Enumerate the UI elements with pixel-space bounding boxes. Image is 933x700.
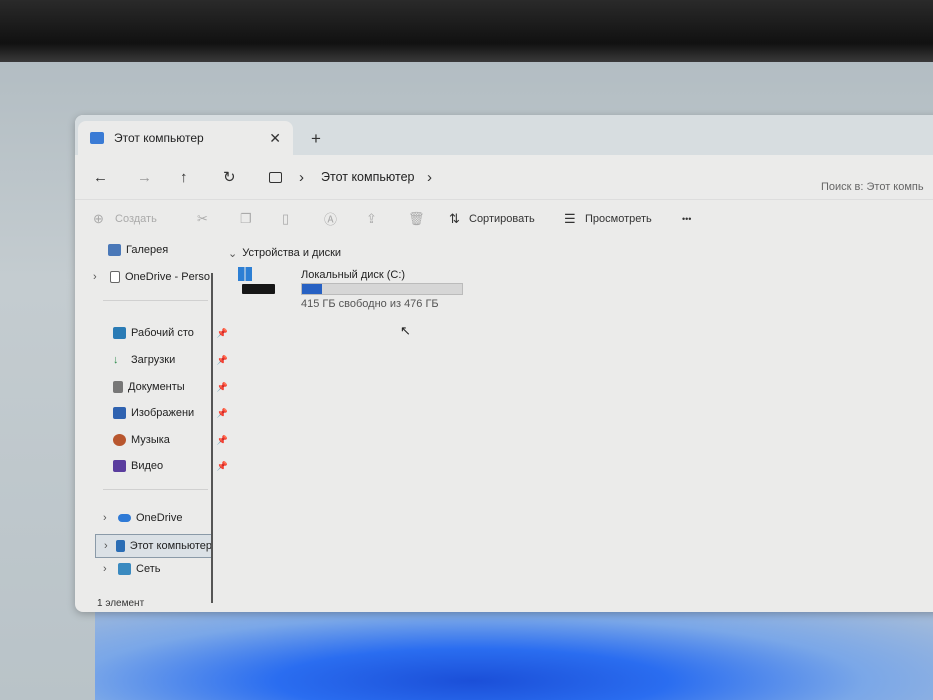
pictures-icon <box>113 407 126 419</box>
sidebar-item-documents[interactable]: Документы 📌 <box>113 381 231 393</box>
create-button[interactable]: Создать <box>115 213 157 225</box>
drive-usage-bar <box>301 283 463 295</box>
sidebar-item-network[interactable]: › Сеть <box>103 563 221 575</box>
more-button[interactable]: ••• <box>682 214 691 224</box>
music-icon <box>113 434 126 446</box>
documents-icon <box>113 381 123 393</box>
chevron-right-icon[interactable]: › <box>103 512 113 524</box>
sort-icon: ⇅ <box>449 210 460 226</box>
windows-logo-icon <box>238 267 252 281</box>
refresh-icon[interactable]: ↻ <box>223 168 236 186</box>
sidebar-item-label: Документы <box>128 381 185 393</box>
up-icon[interactable]: ↑ <box>180 169 188 186</box>
cloud-icon <box>118 514 131 522</box>
monitor-bezel <box>0 0 933 62</box>
sidebar-scrollbar[interactable] <box>211 273 213 603</box>
desktop-icon <box>113 327 126 339</box>
sidebar-item-onedrive-personal[interactable]: › OneDrive - Perso <box>93 271 211 283</box>
sidebar-item-desktop[interactable]: Рабочий сто 📌 <box>113 327 231 339</box>
paste-icon[interactable]: ▯ <box>282 211 289 227</box>
sidebar-item-onedrive[interactable]: › OneDrive <box>103 512 221 524</box>
breadcrumb-this-pc[interactable]: Этот компьютер <box>321 170 414 184</box>
drive-name: Локальный диск (C:) <box>301 269 406 281</box>
sidebar-item-downloads[interactable]: ↓ Загрузки 📌 <box>113 354 231 366</box>
status-bar-count: 1 элемент <box>97 598 145 609</box>
navigation-bar: ← → ↑ ↻ › Этот компьютер › Поиск в: Этот… <box>75 155 933 199</box>
copy-icon[interactable]: ❐ <box>240 211 252 227</box>
sidebar-item-label: Сеть <box>136 563 161 575</box>
sidebar-item-music[interactable]: Музыка 📌 <box>113 434 231 446</box>
sidebar-item-videos[interactable]: Видео 📌 <box>113 460 231 472</box>
tab-bar: Этот компьютер ✕ + <box>75 115 933 155</box>
sidebar-item-gallery[interactable]: Галерея <box>108 244 226 256</box>
download-icon: ↓ <box>113 354 119 366</box>
chevron-right-icon[interactable]: › <box>103 563 113 575</box>
mouse-cursor-icon: ↖ <box>400 323 411 338</box>
sidebar-item-label: Рабочий сто <box>131 327 194 339</box>
sidebar-item-label: OneDrive - Perso <box>125 271 210 283</box>
drive-usage-fill <box>302 284 323 294</box>
cut-icon[interactable]: ✂ <box>197 211 208 227</box>
file-explorer-window: Этот компьютер ✕ + ← → ↑ ↻ › Этот компью… <box>75 115 933 612</box>
sidebar-item-label: OneDrive <box>136 512 183 524</box>
drive-c-item[interactable]: Локальный диск (C:) 415 ГБ свободно из 4… <box>238 267 478 317</box>
sidebar-item-label: Музыка <box>131 434 170 446</box>
monitor-icon[interactable] <box>269 171 282 183</box>
tab-title: Этот компьютер <box>114 131 204 145</box>
rename-icon[interactable]: Ⓐ <box>324 209 337 228</box>
close-tab-icon[interactable]: ✕ <box>269 130 281 147</box>
chevron-right-icon[interactable]: › <box>427 169 432 186</box>
gallery-icon <box>108 244 121 256</box>
content-pane: ⌄ Устройства и диски Локальный диск (C:)… <box>220 237 933 605</box>
new-tab-button[interactable]: + <box>311 129 321 149</box>
chevron-right-icon[interactable]: › <box>104 540 111 552</box>
divider <box>103 489 208 490</box>
sidebar-item-label: Галерея <box>126 244 169 256</box>
sidebar-item-label: Загрузки <box>131 354 176 366</box>
view-button[interactable]: Просмотреть <box>585 213 652 225</box>
file-icon <box>110 271 120 283</box>
sort-button[interactable]: Сортировать <box>469 213 535 225</box>
network-icon <box>118 563 131 575</box>
tab-this-pc[interactable]: Этот компьютер ✕ <box>78 121 293 155</box>
sidebar-item-label: Изображени <box>131 407 195 419</box>
group-header-devices[interactable]: ⌄ Устройства и диски <box>228 247 341 260</box>
chevron-down-icon: ⌄ <box>228 248 238 260</box>
videos-icon <box>113 460 126 472</box>
share-icon[interactable]: ⇪ <box>366 211 377 227</box>
sidebar-item-pictures[interactable]: Изображени 📌 <box>113 407 231 419</box>
delete-icon[interactable]: 🗑 <box>408 211 425 227</box>
group-title: Устройства и диски <box>242 247 342 259</box>
drive-icon <box>242 284 275 294</box>
chevron-right-icon: › <box>299 168 304 186</box>
chevron-right-icon[interactable]: › <box>93 271 105 283</box>
sidebar-item-label: Видео <box>131 460 164 472</box>
forward-icon[interactable]: → <box>137 169 152 186</box>
search-input[interactable]: Поиск в: Этот компь <box>821 181 924 193</box>
computer-icon <box>90 132 104 144</box>
sidebar-item-this-pc[interactable]: › Этот компьютер <box>95 534 213 558</box>
view-icon: ☰ <box>564 210 576 226</box>
desktop-wallpaper <box>95 605 933 700</box>
divider <box>103 300 208 301</box>
navigation-pane: Галерея › OneDrive - Perso Рабочий сто 📌 ↓… <box>93 237 228 605</box>
add-icon: ⊕ <box>93 210 104 226</box>
command-bar: ⊕ Создать ✂ ❐ ▯ Ⓐ ⇪ 🗑 ⇅ Сортировать ☰ Пр… <box>75 199 933 237</box>
computer-icon <box>115 540 125 552</box>
drive-free-space: 415 ГБ свободно из 476 ГБ <box>301 298 439 310</box>
back-icon[interactable]: ← <box>93 169 108 186</box>
sidebar-item-label: Этот компьютер <box>129 540 212 552</box>
